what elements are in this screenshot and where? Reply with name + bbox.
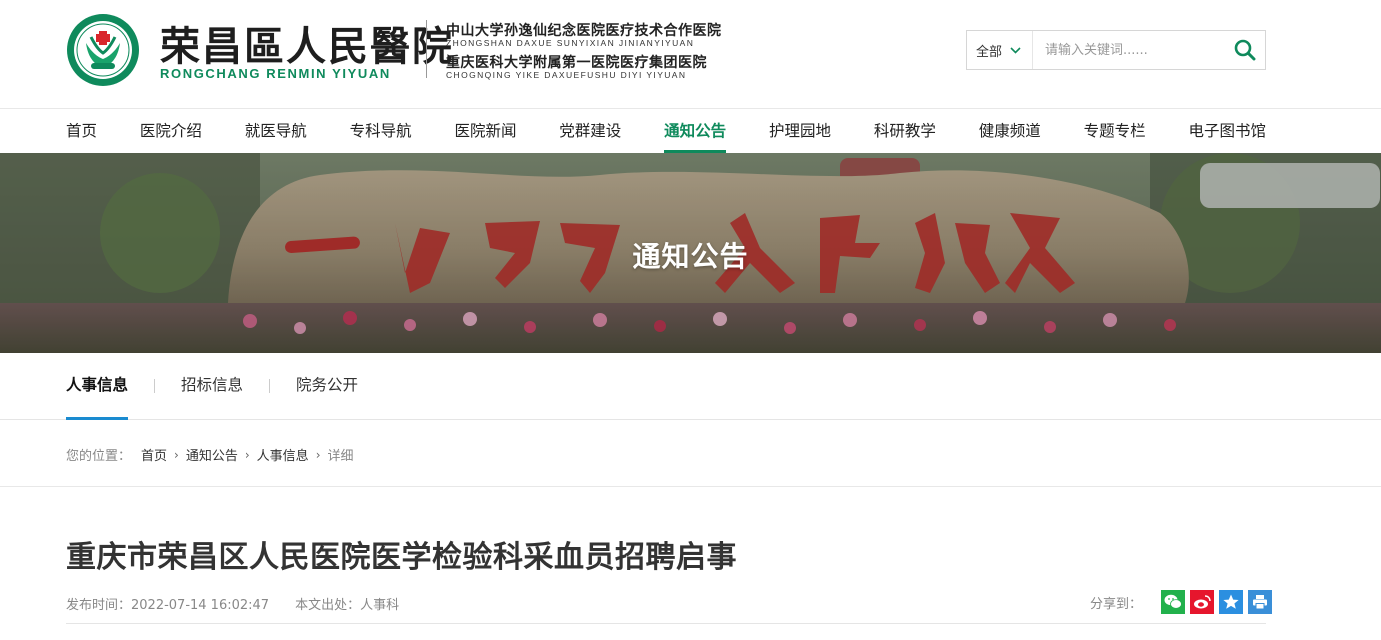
subnav-tab-bidding[interactable]: 招标信息 xyxy=(181,353,243,420)
share-bar: 分享到： xyxy=(1090,590,1273,614)
affiliation-1-en: ZHONGSHAN DAXUE SUNYIXIAN JINIANYIYUAN xyxy=(446,38,695,48)
share-label: 分享到： xyxy=(1090,596,1143,612)
star-icon xyxy=(1223,594,1239,609)
print-icon xyxy=(1253,595,1268,610)
nav-item-notices[interactable]: 通知公告 xyxy=(664,109,727,153)
affiliation-2-en: CHOGNQING YIKE DAXUEFUSHU DIYI YIYUAN xyxy=(446,70,687,80)
site-header: 荣昌區人民醫院 RONGCHANG RENMIN YIYUAN 中山大学孙逸仙纪… xyxy=(0,0,1381,108)
breadcrumb-link-personnel[interactable]: 人事信息 xyxy=(257,445,309,464)
chevron-right-icon: › xyxy=(315,447,321,462)
chevron-right-icon: › xyxy=(174,447,179,462)
affiliation-1-cn: 中山大学孙逸仙纪念医院医疗技术合作医院 xyxy=(446,23,722,39)
article-title: 重庆市荣昌区人民医院医学检验科采血员招聘启事 xyxy=(66,540,737,575)
publish-time: 发布时间：2022-07-14 16:02:47 xyxy=(66,598,270,613)
nav-item-health[interactable]: 健康频道 xyxy=(979,109,1041,153)
search-input[interactable] xyxy=(1033,31,1225,69)
nav-item-party[interactable]: 党群建设 xyxy=(559,109,621,153)
share-qzone-button[interactable] xyxy=(1219,590,1244,614)
wechat-icon xyxy=(1164,594,1182,609)
nav-item-about[interactable]: 医院介绍 xyxy=(140,109,202,153)
main-nav: 首页 医院介绍 就医导航 专科导航 医院新闻 党群建设 通知公告 护理园地 科研教学 健康频道 专题… xyxy=(0,108,1381,153)
article-source: 本文出处：人事科 xyxy=(295,598,400,613)
nav-item-library[interactable]: 电子图书馆 xyxy=(1188,109,1266,153)
share-weibo-button[interactable] xyxy=(1190,590,1215,614)
logo-text-en: RONGCHANG RENMIN YIYUAN xyxy=(160,66,391,81)
chevron-right-icon: › xyxy=(244,447,250,462)
subnav-tab-affairs[interactable]: 院务公开 xyxy=(296,353,358,420)
article-meta: 发布时间：2022-07-14 16:02:47 本文出处：人事科 xyxy=(66,594,399,613)
subnav-tab-personnel[interactable]: 人事信息 xyxy=(66,353,129,420)
nav-item-research[interactable]: 科研教学 xyxy=(874,109,936,153)
search-scope-select[interactable]: 全部 xyxy=(967,31,1033,69)
breadcrumb-link-notices[interactable]: 通知公告 xyxy=(186,445,238,464)
share-wechat-button[interactable] xyxy=(1161,590,1186,614)
search-button[interactable] xyxy=(1225,31,1265,69)
hospital-emblem-icon[interactable] xyxy=(66,13,140,87)
breadcrumb-current: 详细 xyxy=(327,449,354,464)
nav-item-nursing[interactable]: 护理园地 xyxy=(769,109,831,153)
search-icon xyxy=(1234,39,1256,61)
search-scope-label: 全部 xyxy=(976,44,1003,60)
sub-nav: 人事信息 招标信息 院务公开 xyxy=(0,353,1381,420)
nav-item-news[interactable]: 医院新闻 xyxy=(454,109,516,153)
logo-divider xyxy=(426,20,427,78)
subnav-divider xyxy=(269,379,271,393)
weibo-icon xyxy=(1194,595,1211,609)
search-box: 全部 xyxy=(966,30,1266,70)
nav-item-topics[interactable]: 专题专栏 xyxy=(1084,109,1146,153)
subnav-divider xyxy=(154,379,156,393)
logo-text-cn: 荣昌區人民醫院 xyxy=(160,23,454,70)
banner: 通知公告 xyxy=(0,153,1381,353)
breadcrumb-label: 您的位置： xyxy=(66,449,132,464)
nav-item-home[interactable]: 首页 xyxy=(66,109,97,153)
nav-item-guide[interactable]: 就医导航 xyxy=(245,109,307,153)
chevron-down-icon xyxy=(1010,46,1021,54)
divider xyxy=(66,623,1266,624)
banner-title: 通知公告 xyxy=(632,240,749,273)
affiliation-2-cn: 重庆医科大学附属第一医院医疗集团医院 xyxy=(446,55,707,71)
nav-item-departments[interactable]: 专科导航 xyxy=(350,109,412,153)
breadcrumb-link-home[interactable]: 首页 xyxy=(141,445,167,464)
print-button[interactable] xyxy=(1248,590,1273,614)
breadcrumb: 您的位置： 首页 › 通知公告 › 人事信息 › 详细 xyxy=(0,420,1381,487)
